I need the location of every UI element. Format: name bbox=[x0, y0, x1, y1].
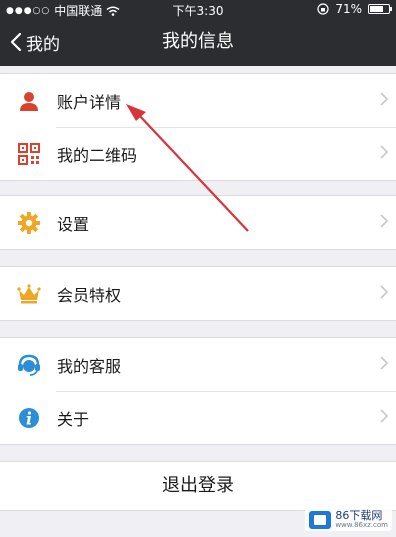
status-bar: ●●●○○ 中国联通 下午3:30 71% bbox=[0, 0, 396, 18]
person-icon bbox=[16, 88, 42, 114]
menu-item-label: 会员特权 bbox=[57, 285, 122, 305]
menu-item-label: 设置 bbox=[57, 214, 90, 234]
menu-item-label: 账户详情 bbox=[57, 92, 122, 112]
menu-item-settings[interactable]: 设置 bbox=[0, 196, 396, 249]
gear-icon bbox=[16, 210, 42, 236]
chevron-right-icon bbox=[380, 214, 388, 228]
battery-percent: 71% bbox=[335, 2, 362, 16]
menu-item-about[interactable]: 关于 bbox=[0, 391, 396, 444]
watermark: 86下载网 www.86xz.com bbox=[305, 508, 392, 531]
watermark-text: 86下载网 bbox=[335, 509, 383, 522]
page-title: 我的信息 bbox=[162, 31, 234, 52]
rotation-lock-icon bbox=[317, 3, 329, 15]
watermark-sub: www.86xz.com bbox=[335, 521, 388, 529]
menu-item-account-details[interactable]: 账户详情 bbox=[0, 74, 396, 127]
menu-item-my-qrcode[interactable]: 我的二维码 bbox=[0, 127, 396, 180]
menu-item-membership[interactable]: 会员特权 bbox=[0, 267, 396, 320]
qrcode-icon bbox=[16, 141, 42, 167]
menu-group-settings: 设置 bbox=[0, 195, 396, 250]
battery-icon bbox=[368, 4, 392, 14]
chevron-right-icon bbox=[380, 409, 388, 423]
menu-item-label: 我的二维码 bbox=[57, 145, 138, 165]
chevron-right-icon bbox=[380, 356, 388, 370]
menu-item-label: 我的客服 bbox=[57, 356, 122, 376]
crown-icon bbox=[16, 281, 42, 307]
menu-group-membership: 会员特权 bbox=[0, 266, 396, 321]
customer-service-icon bbox=[16, 352, 42, 378]
menu-group-account: 账户详情 我的二维码 bbox=[0, 73, 396, 181]
watermark-logo-icon bbox=[309, 510, 332, 529]
chevron-right-icon bbox=[380, 145, 388, 159]
chevron-right-icon bbox=[380, 285, 388, 299]
nav-bar: 我的 我的信息 bbox=[0, 18, 396, 66]
logout-button[interactable]: 退出登录 bbox=[0, 461, 396, 511]
info-icon bbox=[16, 405, 42, 431]
menu-group-support: 我的客服 关于 bbox=[0, 337, 396, 445]
menu-item-customer-service[interactable]: 我的客服 bbox=[0, 338, 396, 391]
menu-item-label: 关于 bbox=[57, 409, 90, 429]
chevron-right-icon bbox=[380, 92, 388, 106]
